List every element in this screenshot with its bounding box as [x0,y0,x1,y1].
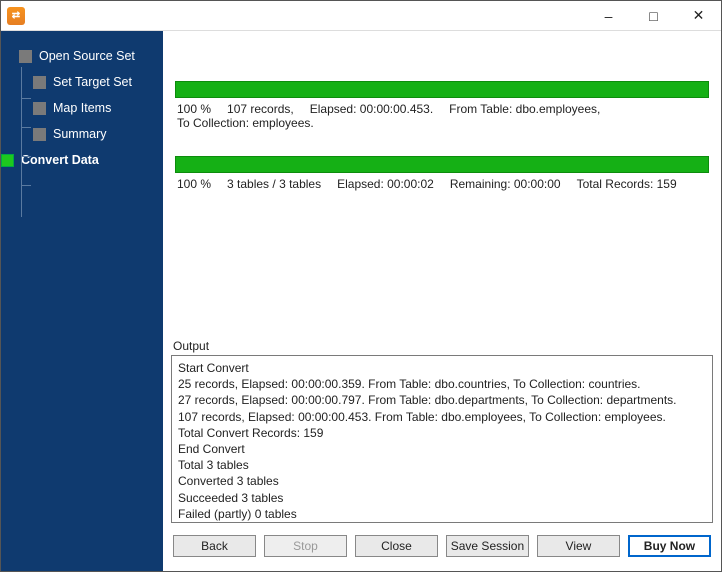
sidebar-item-set-target-set[interactable]: Set Target Set [15,69,163,95]
back-button[interactable]: Back [173,535,256,557]
button-bar: Back Stop Close Save Session View Buy No… [169,529,715,565]
output-log[interactable]: Start Convert25 records, Elapsed: 00:00:… [171,355,713,523]
sidebar-item-label: Open Source Set [39,49,135,63]
app-icon: ⇄ [7,7,25,25]
stop-button: Stop [264,535,347,557]
output-line: Succeeded 3 tables [178,490,706,506]
window-controls: – □ ✕ [586,1,721,30]
output-line: Failed (partly) 0 tables [178,506,706,522]
item-records: 107 records, [227,102,294,116]
item-elapsed: Elapsed: 00:00:00.453. [310,102,433,116]
item-progress-bar [175,81,709,98]
total-tables: 3 tables / 3 tables [227,177,321,191]
sidebar-item-label: Map Items [53,101,111,115]
sidebar-item-label: Summary [53,127,106,141]
app-window: ⇄ – □ ✕ Open Source Set Set Target Set [0,0,722,572]
output-line: 107 records, Elapsed: 00:00:00.453. From… [178,409,706,425]
total-elapsed: Elapsed: 00:00:02 [337,177,434,191]
minimize-button[interactable]: – [586,1,631,30]
total-percent: 100 % [177,177,211,191]
view-button[interactable]: View [537,535,620,557]
item-to: To Collection: employees. [177,116,314,130]
output-line: Total 3 tables [178,457,706,473]
titlebar: ⇄ – □ ✕ [1,1,721,31]
step-box-icon [1,154,14,167]
step-box-icon [33,102,46,115]
sidebar-item-label: Set Target Set [53,75,132,89]
output-line: 27 records, Elapsed: 00:00:00.797. From … [178,392,706,408]
step-box-icon [33,76,46,89]
output-line: 25 records, Elapsed: 00:00:00.359. From … [178,376,706,392]
item-from: From Table: dbo.employees, [449,102,600,116]
step-box-icon [19,50,32,63]
sidebar-item-convert-data[interactable]: Convert Data [1,147,163,173]
total-progress-bar [175,156,709,173]
save-session-button[interactable]: Save Session [446,535,529,557]
item-percent: 100 % [177,102,211,116]
sidebar-item-summary[interactable]: Summary [15,121,163,147]
total-remaining: Remaining: 00:00:00 [450,177,561,191]
output-line: End Convert [178,441,706,457]
total-progress-row: 100 % 3 tables / 3 tables Elapsed: 00:00… [175,173,709,205]
close-button[interactable]: Close [355,535,438,557]
wizard-sidebar: Open Source Set Set Target Set Map Items… [1,31,163,571]
item-progress-section: 100 % 107 records, Elapsed: 00:00:00.453… [169,37,715,209]
output-line: Total Convert Records: 159 [178,425,706,441]
step-box-icon [33,128,46,141]
sidebar-item-map-items[interactable]: Map Items [15,95,163,121]
item-progress-row: 100 % 107 records, Elapsed: 00:00:00.453… [175,98,709,144]
output-line: Start Convert [178,360,706,376]
sidebar-item-label: Convert Data [21,153,99,167]
buy-now-button[interactable]: Buy Now [628,535,711,557]
close-window-button[interactable]: ✕ [676,1,721,30]
main-panel: 100 % 107 records, Elapsed: 00:00:00.453… [163,31,721,571]
maximize-button[interactable]: □ [631,1,676,30]
output-line: Converted 3 tables [178,473,706,489]
total-records: Total Records: 159 [577,177,677,191]
sidebar-item-open-source-set[interactable]: Open Source Set [15,43,163,69]
output-label: Output [169,337,715,355]
